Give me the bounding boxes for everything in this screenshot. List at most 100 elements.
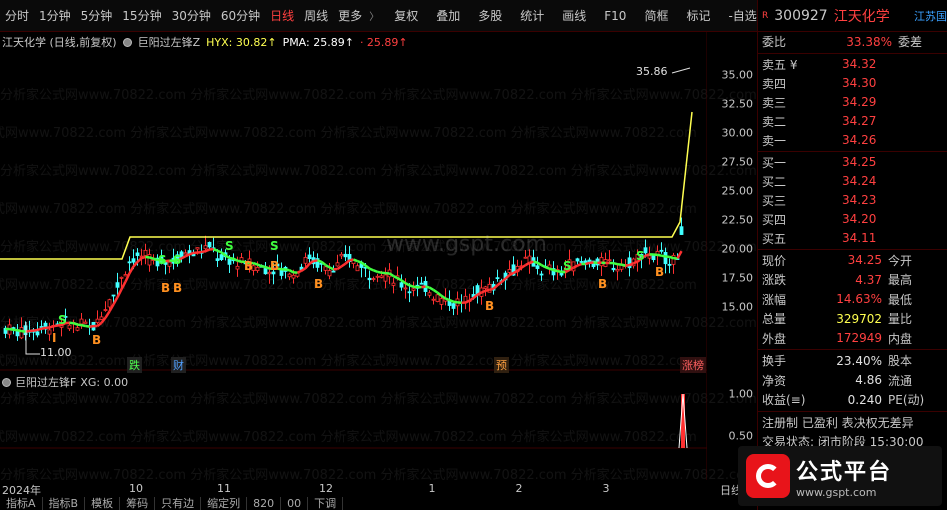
bottom-tab[interactable]: 指标B [43, 497, 86, 510]
toolbar-item[interactable]: 分时 [0, 0, 34, 32]
toolbar-item[interactable]: 叠加 [431, 0, 465, 32]
trend-line-segment [205, 248, 210, 253]
toolbar-item[interactable]: F10 [599, 0, 631, 32]
trend-line-segment [253, 261, 258, 266]
toolbar-item[interactable]: 复权 [389, 0, 423, 32]
bottom-tab[interactable]: 缩定列 [201, 497, 248, 510]
bottom-tab[interactable]: 00 [281, 497, 309, 510]
toolbar-item[interactable]: 5分钟 [76, 0, 118, 32]
candle-body [111, 294, 116, 297]
toolbar-item[interactable]: 30分钟 [167, 0, 216, 32]
trend-line-segment [153, 257, 158, 262]
trend-line-segment [224, 254, 231, 259]
trend-line-segment [524, 261, 531, 267]
toolbar-item[interactable]: 标记 [681, 0, 715, 32]
stat-label2: 最低 [888, 292, 913, 307]
toolbar-item[interactable]: 统计 [515, 0, 549, 32]
stat-label: 涨幅 [762, 292, 787, 307]
candle-body [95, 318, 100, 323]
stat-label2: 量比 [888, 312, 913, 327]
sell-level-row[interactable]: 卖二 34.27 [758, 112, 947, 131]
buy-level-row[interactable]: 买三 34.23 [758, 191, 947, 210]
sell-level-row[interactable]: 卖一 34.26 [758, 131, 947, 150]
trend-line-segment [229, 256, 234, 260]
toolbar-item[interactable]: 周线 [299, 0, 333, 32]
candle-body [575, 258, 580, 262]
trend-line-segment [340, 262, 347, 268]
candle-body [135, 252, 140, 256]
trend-line-segment [628, 262, 635, 267]
weibi-label: 委比 [762, 35, 787, 50]
quote-stat-row: 总量 329702 量比 [758, 309, 947, 329]
bottom-tab[interactable]: 指标A [0, 497, 43, 510]
candle-body [579, 261, 584, 263]
candle-body [411, 288, 416, 291]
toolbar-item[interactable]: 1分钟 [34, 0, 76, 32]
trend-line-segment [112, 296, 119, 305]
y-tick: 17.50 [721, 271, 754, 285]
candle-body [35, 331, 40, 336]
candle-body [371, 278, 376, 280]
candle-body [667, 263, 672, 266]
candle-body [335, 262, 340, 267]
candle-body [355, 265, 360, 272]
candle-body [131, 258, 136, 263]
event-marker-die[interactable]: 跌 [127, 357, 142, 373]
candle-body [127, 261, 132, 264]
trend-line-segment [89, 324, 94, 328]
toolbar-item[interactable]: 更多 [333, 0, 367, 32]
toolbar-item[interactable]: 60分钟 [216, 0, 265, 32]
trend-line-segment [645, 253, 650, 257]
trend-line-segment [545, 266, 550, 270]
trend-line-segment [285, 268, 290, 272]
trend-line-segment [496, 281, 503, 287]
signal-marker: S [58, 313, 67, 327]
bottom-tab[interactable]: 模板 [85, 497, 121, 510]
candle-body [235, 265, 240, 270]
toolbar-item[interactable]: 画线 [557, 0, 591, 32]
candle-body [403, 287, 408, 290]
buy-level-row[interactable]: 买四 34.20 [758, 210, 947, 229]
sell-level-row[interactable]: 卖三 34.29 [758, 93, 947, 112]
candle-body [535, 265, 540, 269]
buy-level-row[interactable]: 买五 34.11 [758, 229, 947, 248]
trend-line-segment [237, 259, 242, 263]
sell-level-row[interactable]: 卖五 ¥ 34.32 [758, 55, 947, 74]
trend-line-segment [540, 263, 547, 269]
x-tick: 10 [129, 482, 143, 495]
event-marker-yu[interactable]: 预 [494, 357, 509, 373]
toolbar-item[interactable]: 简框 [639, 0, 673, 32]
stat-label2: 今开 [888, 253, 913, 268]
event-marker-zhangbang[interactable]: 涨榜 [680, 357, 706, 373]
candle-body [339, 253, 344, 257]
quote-panel: R 300927 江天化学 江苏国 委比 33.38% 委差 卖五 ¥ 34.32… [757, 0, 947, 510]
toolbar-item[interactable]: 15分钟 [117, 0, 166, 32]
y-tick: 35.00 [721, 68, 754, 82]
signal-marker: B [92, 333, 101, 347]
signal-marker: S [225, 239, 234, 253]
candlestick-chart[interactable]: BISS SB BSBSBBBSBSB [0, 32, 707, 480]
bottom-tab[interactable]: 只有边 [155, 497, 202, 510]
sell-level-label: 卖三 [762, 95, 787, 110]
sell-level-label: 卖二 [762, 114, 787, 129]
buy-level-row[interactable]: 买二 34.24 [758, 172, 947, 191]
event-marker-cai[interactable]: 财 [171, 357, 186, 373]
buy-level-row[interactable]: 买一 34.25 [758, 153, 947, 172]
bottom-tab-bar: 指标A 指标B 模板 筹码 只有边 缩定列 820 00 下调 [0, 497, 757, 510]
bottom-tab[interactable]: 下调 [308, 497, 344, 510]
sub-indicator-toggle-icon[interactable] [2, 377, 11, 387]
toolbar-item[interactable]: 日线 [265, 0, 299, 32]
signal-marker: S [158, 253, 167, 267]
signal-marker: S [563, 259, 572, 273]
toolbar-item[interactable]: 多股 [473, 0, 507, 32]
sell-level-row[interactable]: 卖四 34.30 [758, 74, 947, 93]
candle-body [307, 254, 312, 260]
chart-area[interactable]: 江天化学 (日线,前复权) 巨阳过左锋Z HYX: 30.82↑ PMA: 25… [0, 32, 757, 510]
register-info: 注册制 已盈利 表决权无差异 [758, 413, 947, 433]
bottom-tab[interactable]: 820 [247, 497, 282, 510]
trend-line-segment [265, 265, 270, 270]
sub-indicator-title: 巨阳过左锋F XG: 0.00 [2, 374, 128, 390]
trend-line-segment [96, 321, 103, 327]
bottom-tab[interactable]: 筹码 [120, 497, 156, 510]
signal-marker: B [270, 259, 279, 273]
